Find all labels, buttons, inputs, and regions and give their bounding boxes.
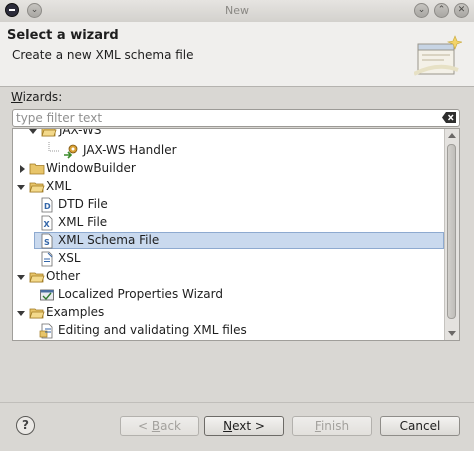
tree-item-label: Other	[46, 269, 81, 283]
chevron-down-icon[interactable]	[17, 309, 25, 317]
tree-item-jax-ws-handler[interactable]: JAX-WS Handler	[13, 142, 445, 160]
svg-text:X: X	[44, 220, 51, 229]
tree-connector-icon	[48, 142, 59, 152]
tree-item-label: XSL	[58, 251, 81, 265]
tree-item-examples[interactable]: Examples	[13, 304, 445, 322]
divider	[0, 402, 474, 403]
folder-icon	[29, 163, 45, 175]
tree-item-xml-schema-file[interactable]: S XML Schema File	[13, 232, 445, 250]
next-button[interactable]: Next >	[204, 416, 284, 436]
new-wizard-banner-icon	[414, 35, 462, 76]
page-description: Create a new XML schema file	[12, 48, 194, 62]
tree-item-jax-ws[interactable]: JAX-WS	[13, 128, 445, 140]
xsl-file-icon	[41, 251, 53, 267]
filter-input[interactable]	[16, 110, 436, 126]
tree-item-label: DTD File	[58, 197, 108, 211]
tree-item-label: XML	[46, 179, 72, 193]
wizard-header: Select a wizard Create a new XML schema …	[0, 22, 474, 87]
tree-item-windowbuilder[interactable]: WindowBuilder	[13, 160, 445, 178]
title-bar: ⌄ New ⌄ ⌃ ✕	[0, 0, 474, 23]
scroll-down-icon[interactable]	[448, 331, 456, 336]
dtd-file-icon: D	[41, 197, 53, 213]
folder-open-icon	[29, 182, 45, 193]
window-title: New	[225, 4, 249, 17]
svg-text:D: D	[44, 202, 51, 211]
tree-item-xml-file[interactable]: X XML File	[13, 214, 445, 232]
example-project-icon	[39, 323, 53, 339]
tree-item-label: Editing and validating XML files	[58, 323, 247, 337]
jax-ws-handler-icon	[64, 144, 78, 159]
tree-item-label: Localized Properties Wizard	[58, 287, 223, 301]
help-button[interactable]: ?	[16, 416, 35, 435]
tree-item-label: XML File	[58, 215, 108, 229]
localized-properties-icon	[40, 289, 54, 301]
tree-item-label: WindowBuilder	[46, 161, 136, 175]
chevron-right-icon[interactable]	[18, 165, 26, 173]
xml-file-icon: X	[41, 215, 53, 231]
finish-button[interactable]: Finish	[292, 416, 372, 436]
chevron-down-icon[interactable]: ⌄	[414, 3, 429, 18]
close-icon[interactable]: ✕	[454, 3, 469, 18]
chevron-down-icon[interactable]	[17, 183, 25, 191]
svg-text:S: S	[44, 238, 50, 247]
tree-item-label: JAX-WS	[59, 128, 102, 137]
folder-open-icon	[29, 308, 45, 319]
maximize-icon[interactable]: ⌃	[434, 3, 449, 18]
clear-filter-icon[interactable]	[442, 112, 456, 123]
folder-open-icon	[29, 272, 45, 283]
tree-item-dtd-file[interactable]: D DTD File	[13, 196, 445, 214]
tree-item-label: JAX-WS Handler	[83, 143, 177, 157]
scroll-up-icon[interactable]	[448, 133, 456, 138]
tree-item-localized-properties-wizard[interactable]: Localized Properties Wizard	[13, 286, 445, 304]
folder-open-icon	[41, 129, 57, 137]
tree-item-xsl[interactable]: XSL	[13, 250, 445, 268]
page-title: Select a wizard	[7, 28, 119, 43]
tree-item-other[interactable]: Other	[13, 268, 445, 286]
xml-schema-file-icon: S	[41, 233, 53, 249]
scrollbar-thumb[interactable]	[447, 144, 456, 319]
wizard-tree[interactable]: JAX-WS JAX-WS Handler WindowBuilder XML …	[12, 128, 460, 341]
cancel-button[interactable]: Cancel	[380, 416, 460, 436]
filter-field-container[interactable]	[12, 109, 460, 127]
chevron-down-icon[interactable]	[29, 128, 37, 135]
tree-item-label: XML Schema File	[58, 233, 160, 247]
chevron-down-icon[interactable]	[17, 273, 25, 281]
wizards-label: Wizards:	[11, 90, 63, 104]
tree-item-editing-validating-xml[interactable]: Editing and validating XML files	[13, 322, 445, 340]
tree-item-label: Examples	[46, 305, 105, 319]
back-button[interactable]: < Back	[120, 416, 199, 436]
tree-vertical-scrollbar[interactable]	[444, 129, 459, 340]
tree-item-xml[interactable]: XML	[13, 178, 445, 196]
